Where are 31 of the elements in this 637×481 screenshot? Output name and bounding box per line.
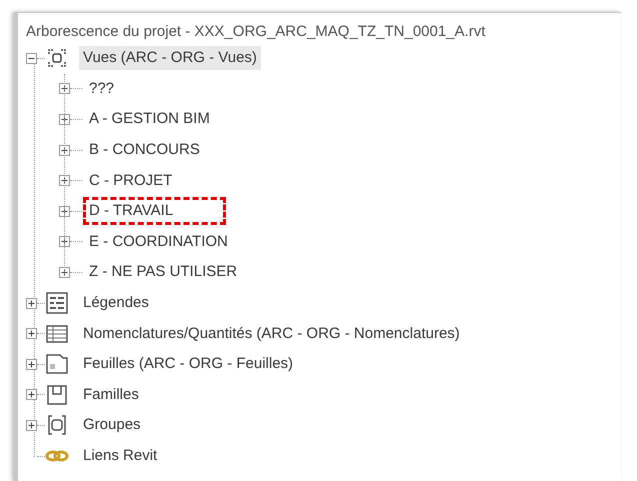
tree-item[interactable]: B - CONCOURS [83, 136, 206, 164]
expand-toggle[interactable] [59, 206, 70, 217]
tree-item[interactable]: A - GESTION BIM [83, 105, 216, 134]
expand-toggle[interactable] [26, 298, 37, 309]
expand-toggle[interactable] [59, 83, 70, 94]
tree-item[interactable]: C - PROJET [83, 166, 178, 195]
collapse-toggle[interactable] [26, 52, 37, 64]
expand-toggle[interactable] [26, 358, 37, 370]
tree-item[interactable]: Nomenclatures/Quantités (ARC - ORG - Nomenclatures) [79, 322, 464, 346]
tree-item[interactable]: Vues (ARC - ORG - Vues) [79, 46, 261, 70]
expand-toggle[interactable] [59, 114, 70, 125]
tree-item[interactable]: E - COORDINATION [83, 228, 234, 256]
expand-toggle[interactable] [26, 420, 37, 431]
expand-toggle[interactable] [26, 328, 37, 340]
tree-item[interactable]: D - TRAVAIL [83, 197, 226, 226]
tree-item[interactable]: Feuilles (ARC - ORG - Feuilles) [79, 352, 298, 376]
legend-icon [45, 291, 69, 316]
expand-toggle[interactable] [59, 266, 70, 278]
tree-item[interactable]: Liens Revit [79, 444, 162, 468]
sheet-icon [45, 352, 69, 376]
expand-toggle[interactable] [59, 144, 70, 156]
expand-toggle[interactable] [59, 236, 70, 248]
tree-item[interactable]: Légendes [79, 291, 153, 316]
tree-item[interactable]: ??? [83, 74, 120, 103]
expand-toggle[interactable] [59, 175, 70, 186]
expand-toggle[interactable] [26, 389, 37, 400]
family-icon [45, 382, 69, 407]
tree-item[interactable]: Groupes [79, 413, 145, 438]
tree-item[interactable]: Familles [79, 382, 143, 407]
panel-title: Arborescence du projet - XXX_ORG_ARC_MAQ_TZ_TN_0001_A.rvt [26, 22, 486, 42]
tree-item[interactable]: Z - NE PAS UTILISER [83, 258, 244, 286]
